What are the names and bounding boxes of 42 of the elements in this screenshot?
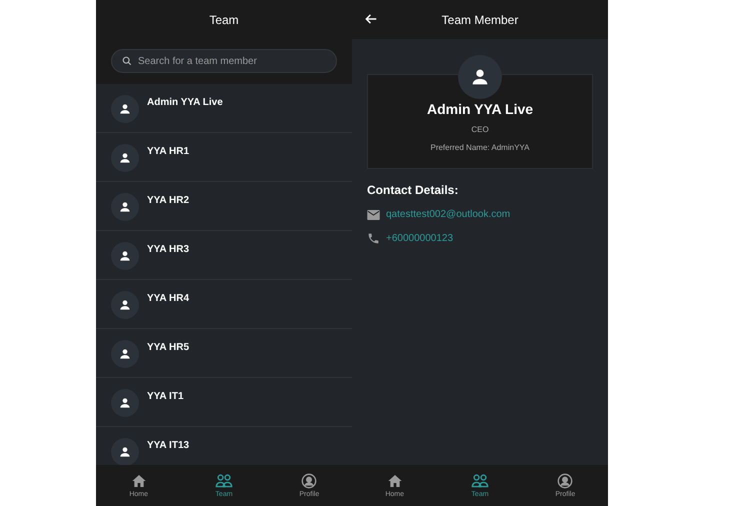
person-icon bbox=[118, 347, 132, 361]
person-icon bbox=[118, 445, 132, 459]
person-icon bbox=[118, 151, 132, 165]
person-icon bbox=[118, 298, 132, 312]
member-row[interactable]: Admin YYA Live bbox=[96, 84, 352, 133]
phone-icon bbox=[367, 232, 380, 245]
people-icon bbox=[470, 473, 489, 489]
member-name: YYA HR5 bbox=[147, 342, 190, 353]
home-icon bbox=[386, 473, 403, 489]
member-name: YYA HR4 bbox=[147, 293, 190, 304]
member-name: Admin YYA Live bbox=[147, 97, 223, 108]
member-row[interactable]: YYA HR2 bbox=[96, 182, 352, 231]
member-name: YYA IT13 bbox=[147, 440, 190, 451]
screen-title: Team bbox=[209, 12, 239, 26]
preferred-name: Preferred Name: AdminYYA bbox=[430, 143, 530, 152]
member-name: YYA IT1 bbox=[147, 391, 184, 402]
search-icon bbox=[122, 56, 132, 66]
member-row[interactable]: YYA HR3 bbox=[96, 231, 352, 280]
person-icon bbox=[118, 200, 132, 214]
screen-title: Team Member bbox=[442, 12, 518, 26]
member-name: YYA HR3 bbox=[147, 244, 190, 255]
section-heading: Contact Details: bbox=[367, 183, 460, 197]
member-row[interactable]: YYA IT1 bbox=[96, 378, 352, 427]
member-name: YYA HR2 bbox=[147, 195, 190, 206]
member-name: Admin YYA Live bbox=[426, 101, 534, 117]
back-arrow-icon[interactable] bbox=[364, 12, 378, 26]
member-row[interactable]: YYA HR5 bbox=[96, 329, 352, 378]
member-name: YYA HR1 bbox=[147, 146, 190, 157]
contact-link[interactable]: +60000000123 bbox=[386, 233, 454, 244]
envelope-icon bbox=[367, 210, 380, 220]
person-icon bbox=[118, 102, 132, 116]
member-row[interactable]: YYA HR4 bbox=[96, 280, 352, 329]
person-icon bbox=[118, 249, 132, 263]
job-title: CEO bbox=[471, 125, 489, 134]
contact-link[interactable]: qatesttest002@outlook.com bbox=[386, 209, 510, 220]
home-icon bbox=[130, 473, 147, 489]
people-icon bbox=[214, 473, 233, 489]
profile-icon bbox=[557, 473, 574, 489]
search-field[interactable]: Search for a team member bbox=[111, 49, 337, 73]
person-icon bbox=[118, 396, 132, 410]
profile-icon bbox=[301, 473, 318, 489]
member-row[interactable]: YYA HR1 bbox=[96, 133, 352, 182]
